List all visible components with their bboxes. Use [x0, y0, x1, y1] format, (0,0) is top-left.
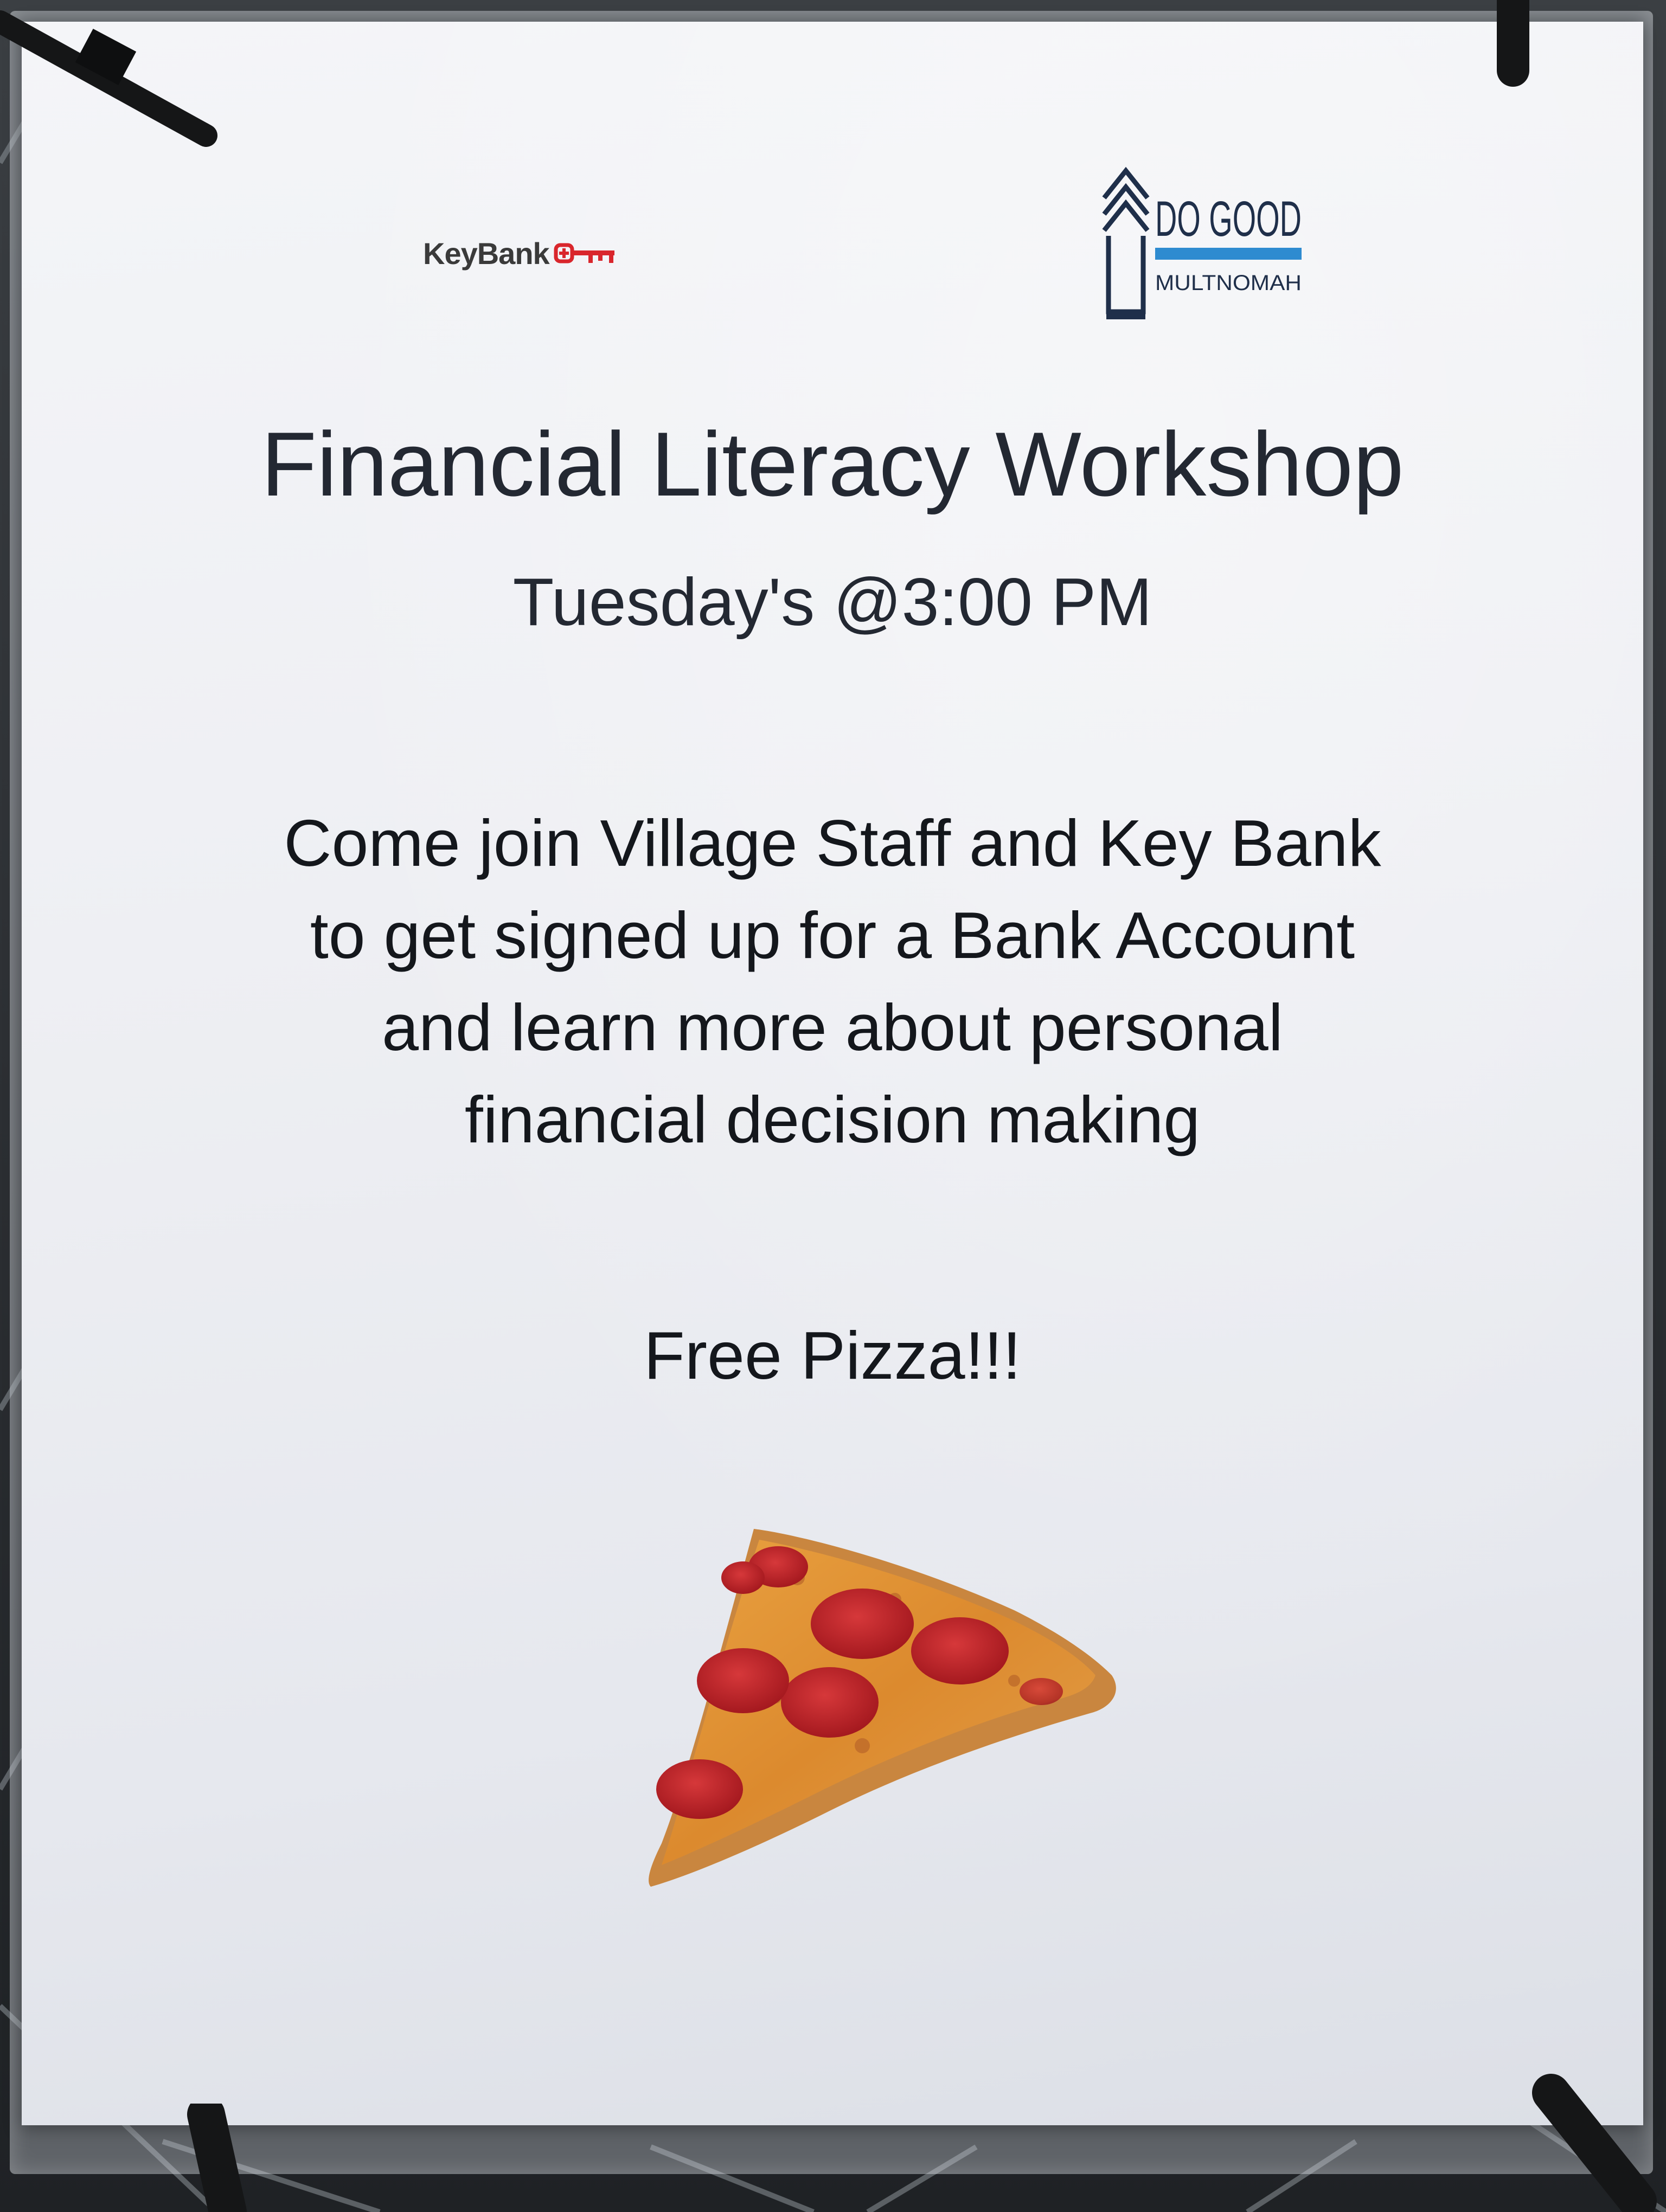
zip-tie-bottom-left — [187, 2104, 247, 2212]
workshop-title: Financial Literacy Workshop — [261, 413, 1404, 515]
description-line: and learn more about personal — [382, 991, 1283, 1064]
keybank-logo: KeyBank — [423, 236, 618, 271]
dogood-multnomah-logo: DO GOOD MULTNOMAH — [1102, 166, 1302, 319]
free-pizza-text: Free Pizza!!! — [644, 1319, 1021, 1393]
description-line: to get signed up for a Bank Account — [310, 898, 1355, 972]
photo-scene: KeyBank DO GOOD MULTNOMAH Financial Lite… — [0, 0, 1666, 2212]
dogood-line2: MULTNOMAH — [1155, 271, 1302, 295]
workshop-schedule: Tuesday's @3:00 PM — [512, 565, 1152, 640]
pizza-slice-icon — [649, 1529, 1116, 1887]
flyer-paper: KeyBank DO GOOD MULTNOMAH Financial Lite… — [22, 22, 1643, 2125]
description-line: financial decision making — [464, 1083, 1201, 1156]
zip-tie-top-left — [0, 10, 217, 147]
key-icon — [554, 243, 614, 263]
description-line: Come join Village Staff and Key Bank — [284, 806, 1381, 880]
workshop-description: Come join Village Staff and Key Bank to … — [22, 797, 1643, 1166]
keybank-wordmark: KeyBank — [423, 236, 550, 271]
dogood-line1: DO GOOD — [1155, 191, 1302, 247]
zip-tie-bottom-right — [1532, 2074, 1657, 2212]
zip-tie-top-right — [1497, 0, 1529, 87]
house-chevron-icon — [1102, 166, 1150, 314]
